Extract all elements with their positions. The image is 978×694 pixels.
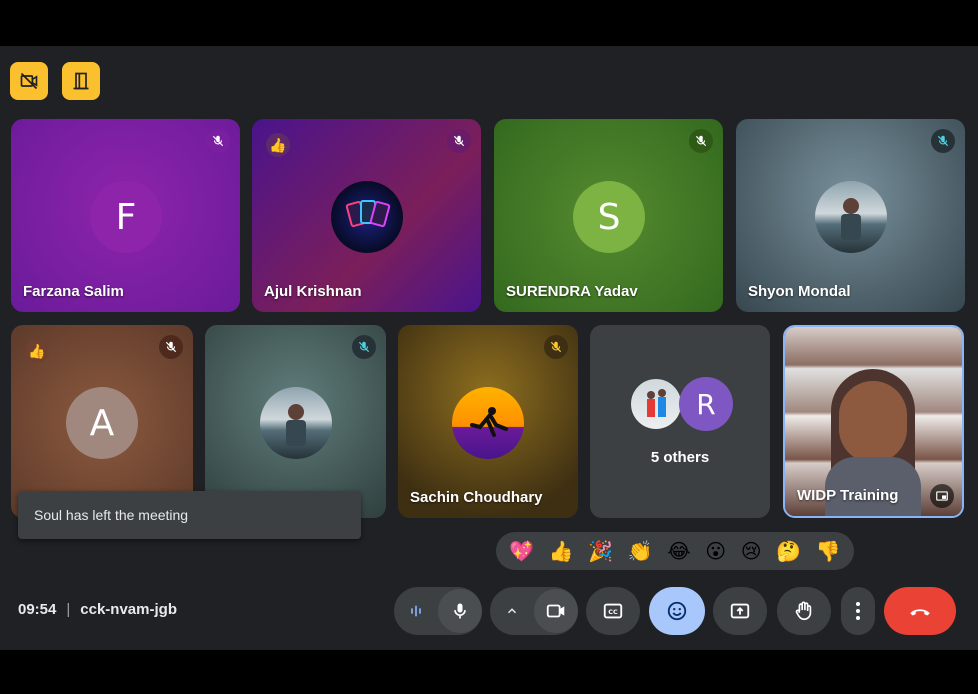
participant-tile[interactable]: S SURENDRA Yadav (494, 119, 723, 312)
raise-hand-button[interactable] (777, 587, 831, 635)
children-photo-icon (647, 389, 666, 417)
chevron-up-icon (507, 608, 517, 614)
microphone-button[interactable] (438, 589, 482, 633)
avatar: R (679, 377, 733, 431)
others-tile[interactable]: R 5 others (590, 325, 770, 518)
mic-off-icon (159, 335, 183, 359)
meeting-code[interactable]: cck-nvam-jgb (80, 601, 177, 618)
participant-name: WIDP Training (797, 487, 899, 504)
meeting-time: 09:54 (18, 601, 57, 618)
participant-name: Sachin Choudhary (410, 489, 543, 506)
thumbs-up-reaction: 👍 (266, 133, 290, 157)
participant-name: Shyon Mondal (748, 283, 851, 300)
laugh-reaction[interactable]: 😂 (667, 539, 690, 564)
avatar (815, 181, 887, 253)
meeting-info-separator: | (66, 601, 71, 618)
video-control-group (490, 587, 578, 635)
avatar: A (66, 387, 138, 459)
surprised-reaction[interactable]: 😮 (705, 539, 726, 564)
person-face (839, 381, 907, 463)
camera-button[interactable] (534, 589, 578, 633)
avatar: F (90, 181, 162, 253)
mic-off-icon (931, 129, 955, 153)
participant-name: Ajul Krishnan (264, 283, 362, 300)
more-options-button[interactable] (841, 587, 875, 635)
mic-off-icon (689, 129, 713, 153)
present-screen-icon (730, 603, 750, 619)
sad-reaction[interactable]: 😢 (741, 539, 762, 564)
avatar (629, 377, 683, 431)
pip-button[interactable] (930, 484, 954, 508)
clap-reaction[interactable]: 👏 (628, 539, 653, 564)
picture-in-picture-icon (936, 491, 948, 501)
participant-tile[interactable]: F Farzana Salim (11, 119, 240, 312)
audio-levels-button[interactable] (394, 589, 438, 633)
end-call-icon (910, 609, 930, 616)
exit-door-icon (73, 72, 89, 90)
martial-arts-silhouette-icon (470, 407, 508, 437)
mic-off-icon (206, 129, 230, 153)
meeting-notification-toast: Soul has left the meeting (18, 491, 361, 539)
mic-off-icon (447, 129, 471, 153)
participant-name: Farzana Salim (23, 283, 124, 300)
audio-control-group (394, 587, 482, 635)
person-photo-icon (286, 404, 306, 446)
participant-tile[interactable]: Shyon Mondal (736, 119, 965, 312)
present-screen-button[interactable] (713, 587, 767, 635)
video-off-button[interactable] (10, 62, 48, 100)
mic-off-icon (544, 335, 568, 359)
participant-tile[interactable]: 👍 Ajul Krishnan (252, 119, 481, 312)
thumbs-up-reaction[interactable]: 👍 (549, 539, 574, 564)
meeting-info: 09:54 | cck-nvam-jgb (18, 601, 177, 618)
heart-reaction[interactable]: 💖 (509, 539, 534, 564)
captions-button[interactable]: CC (586, 587, 640, 635)
more-options-icon (856, 602, 860, 620)
self-view-tile[interactable]: WIDP Training (783, 325, 964, 518)
participant-tile[interactable] (205, 325, 386, 518)
playing-cards-icon (345, 200, 391, 227)
avatar (260, 387, 332, 459)
participant-tile[interactable]: 👍 A (11, 325, 193, 518)
avatar (452, 387, 524, 459)
end-call-button[interactable] (884, 587, 956, 635)
audio-levels-icon (411, 605, 421, 617)
thumbs-up-reaction: 👍 (25, 339, 49, 363)
avatar (331, 181, 403, 253)
person-photo-icon (841, 198, 861, 240)
avatar: S (573, 181, 645, 253)
captions-icon: CC (603, 603, 623, 619)
thumbs-down-reaction[interactable]: 👎 (816, 539, 841, 564)
exit-room-button[interactable] (62, 62, 100, 100)
camera-icon (546, 604, 565, 618)
emoji-reactions-button[interactable] (649, 587, 705, 635)
others-count-label: 5 others (650, 449, 710, 466)
mic-off-icon (352, 335, 376, 359)
participant-tile[interactable]: Sachin Choudhary (398, 325, 578, 518)
microphone-icon (454, 603, 466, 619)
participant-name: SURENDRA Yadav (506, 283, 638, 300)
thinking-reaction[interactable]: 🤔 (776, 539, 801, 564)
video-options-button[interactable] (490, 589, 534, 633)
reactions-bar: 💖 👍 🎉 👏 😂 😮 😢 🤔 👎 (496, 532, 854, 570)
meeting-window: F Farzana Salim 👍 Ajul Krishnan S SUREND… (0, 46, 978, 650)
raise-hand-icon (795, 601, 812, 621)
emoji-icon (667, 601, 687, 621)
party-reaction[interactable]: 🎉 (588, 539, 613, 564)
video-off-icon (20, 72, 38, 90)
svg-text:CC: CC (608, 608, 618, 616)
